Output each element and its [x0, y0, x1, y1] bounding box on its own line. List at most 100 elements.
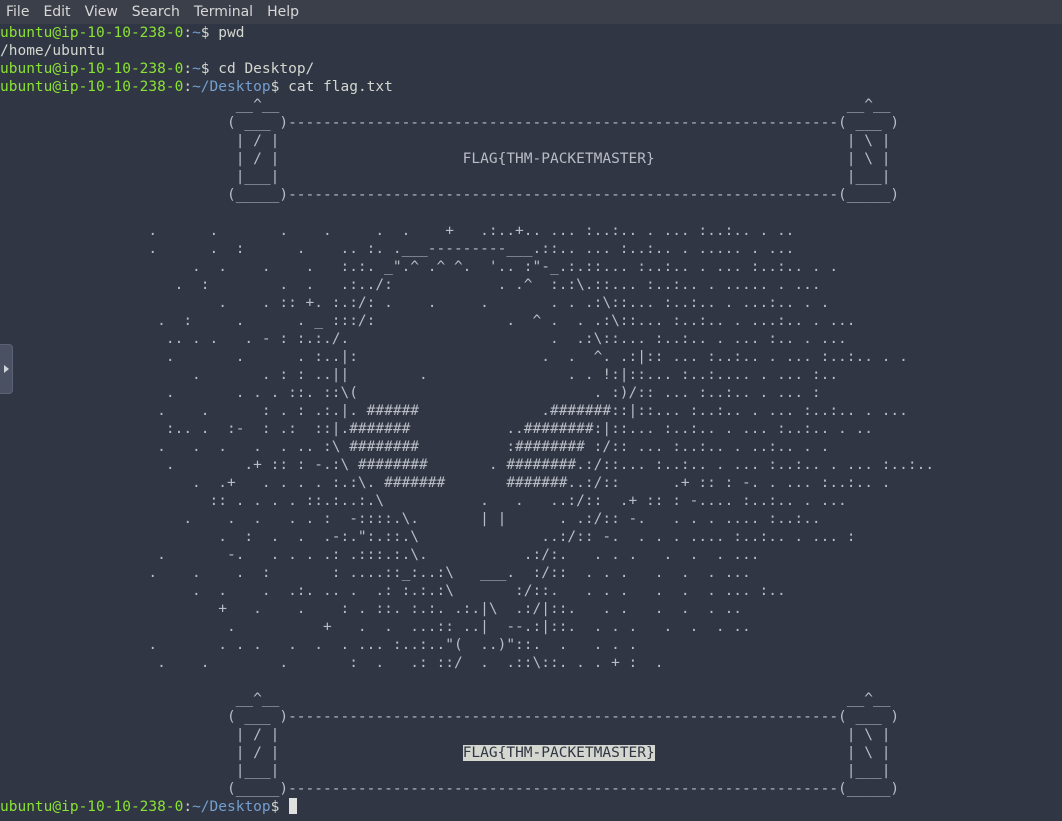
ascii-art-text: . . . :..|: . . ^. .:|:: ... :..:.. . ..… — [0, 349, 908, 365]
prompt-path: ~ — [192, 61, 201, 77]
ascii-art-line: . . . . . .. :\ ######## :######## :/:: … — [0, 438, 1062, 456]
terminal-output[interactable]: ubuntu@ip-10-10-238-0:~$ pwd/home/ubuntu… — [0, 24, 1062, 821]
ascii-art-line: | / | FLAG{THM-PACKETMASTER} | \ | — [0, 150, 1062, 168]
ascii-art-text: . .+ . . . . :.:\. ####### #######..:/::… — [0, 475, 891, 491]
ascii-art-line — [0, 672, 1062, 690]
ascii-art-text: . . . . :.:. _".^ .^ ^. '.. :"-_.:.::...… — [0, 259, 839, 275]
command-text — [279, 799, 288, 815]
prompt-user: ubuntu@ip-10-10-238-0 — [0, 799, 184, 815]
ascii-art-line: ( ___ )---------------------------------… — [0, 708, 1062, 726]
ascii-art-line: . : . . .:../: . .^ :.:\.::... :..:.. . … — [0, 276, 1062, 294]
ascii-art-line: . .+ . . . . :.:\. ####### #######..:/::… — [0, 474, 1062, 492]
ascii-art-text: | / | | \ | — [0, 133, 891, 149]
prompt-user: ubuntu@ip-10-10-238-0 — [0, 25, 184, 41]
command-text: cat flag.txt — [279, 79, 393, 95]
ascii-art-line: . . . .:. .. . .: :.:.:\ :/::. . . . . .… — [0, 582, 1062, 600]
ascii-art-line: . . . : . .: ::/ . .::\::. . . + : . — [0, 654, 1062, 672]
ascii-art-text: :.. . :- : .: ::|.####### ..########:|::… — [0, 421, 873, 437]
ascii-art-text: | / | FLAG{THM-PACKETMASTER} | \ | — [0, 151, 891, 167]
ascii-art-text: (_____)---------------------------------… — [0, 781, 900, 797]
ascii-art-text: |___| |___| — [0, 169, 891, 185]
ascii-art-text: . : . . .-:.":.::.\ ..:/:: -. . . . ....… — [0, 529, 856, 545]
ascii-art-text: (_____)---------------------------------… — [0, 187, 900, 203]
ascii-art-line: ( ___ )---------------------------------… — [0, 114, 1062, 132]
ascii-art-line: . . . : : ....::_:..:\ ___. :/:: . . . .… — [0, 564, 1062, 582]
ascii-art-text: __^__ __^__ — [0, 97, 891, 113]
ascii-art-line: . .+ :: : -.:\ ######## . ########.:/::.… — [0, 456, 1062, 474]
ascii-art-line: .. . . . - : :.:./. . .:\::... :..:.. . … — [0, 330, 1062, 348]
ascii-art-line: :: . . . . ::.:..:.\ . . ..:/:: .+ :: : … — [0, 492, 1062, 510]
side-panel-toggle[interactable] — [0, 344, 13, 394]
ascii-art-text: . . . . . : -::::.\. | | . .:/:: -. . . … — [0, 511, 821, 527]
ascii-art-line: . . : : ..|| . . . !:|::... :..:.... . .… — [0, 366, 1062, 384]
ascii-art-text: .. . . . - : :.:./. . .:\::... :..:.. . … — [0, 331, 847, 347]
ascii-art-line: | / | | \ | — [0, 132, 1062, 150]
ascii-art-text: . : . . _ :::/: . ^ . . .:\::... :..:.. … — [0, 313, 856, 329]
ascii-art-segment: | / | — [0, 745, 463, 761]
output-text: /home/ubuntu — [0, 43, 105, 59]
prompt-sigil: $ — [200, 25, 210, 41]
ascii-art-text: |___| |___| — [0, 763, 891, 779]
prompt-line: ubuntu@ip-10-10-238-0:~/Desktop$ cat fla… — [0, 78, 1062, 96]
ascii-art-text: __^__ __^__ — [0, 691, 891, 707]
ascii-art-line: . . . . ::. ::\( . :)/:: ... :..:.. . ..… — [0, 384, 1062, 402]
menu-help[interactable]: Help — [261, 0, 307, 24]
ascii-art-text: | / | | \ | — [0, 727, 891, 743]
prompt-line: ubuntu@ip-10-10-238-0:~/Desktop$ — [0, 798, 1062, 816]
ascii-art-text: . . : . .. :. .___---------___.::.. ... … — [0, 241, 795, 257]
ascii-art-line: . . . . :.:. _".^ .^ ^. '.. :"-_.:.::...… — [0, 258, 1062, 276]
ascii-art-line: . . :: +. :.:/: . . . . . .:\::... :..:.… — [0, 294, 1062, 312]
ascii-art-line: |___| |___| — [0, 762, 1062, 780]
ascii-art-line: | / | FLAG{THM-PACKETMASTER} | \ | — [0, 744, 1062, 762]
ascii-art-text: . -. . . . .: .:::.:.\. .:/:. . . . . . … — [0, 547, 760, 563]
ascii-art-line: . . . . . : -::::.\. | | . .:/:: -. . . … — [0, 510, 1062, 528]
prompt-separator: : — [183, 61, 193, 77]
ascii-art-text: . . . .:. .. . .: :.:.:\ :/::. . . . . .… — [0, 583, 786, 599]
command-text: pwd — [209, 25, 245, 41]
prompt-path: ~ — [192, 25, 201, 41]
ascii-art-line: . . . :..|: . . ^. .:|:: ... :..:.. . ..… — [0, 348, 1062, 366]
ascii-art-line: . : . . _ :::/: . ^ . . .:\::... :..:.. … — [0, 312, 1062, 330]
ascii-art-text: ( ___ )---------------------------------… — [0, 709, 900, 725]
prompt-separator: : — [183, 25, 193, 41]
ascii-art-line: __^__ __^__ — [0, 96, 1062, 114]
prompt-path: ~/Desktop — [192, 79, 271, 95]
ascii-art-text: . . . : . .: ::/ . .::\::. . . + : . — [0, 655, 664, 671]
ascii-art-text: . . : : ..|| . . . !:|::... :..:.... . .… — [0, 367, 839, 383]
ascii-art-line: |___| |___| — [0, 168, 1062, 186]
ascii-art-text: ( ___ )---------------------------------… — [0, 115, 900, 131]
ascii-art-text: . . . . . .. :\ ######## :######## :/:: … — [0, 439, 830, 455]
ascii-art-text: . . :: +. :.:/: . . . . . .:\::... :..:.… — [0, 295, 830, 311]
ascii-art-text: . . : . : .:.|. ###### .#######::|::... … — [0, 403, 908, 419]
menu-search[interactable]: Search — [126, 0, 188, 24]
menu-edit[interactable]: Edit — [37, 0, 78, 24]
prompt-separator: : — [183, 79, 193, 95]
terminal-cursor — [289, 798, 298, 814]
ascii-art-line: . -. . . . .: .:::.:.\. .:/:. . . . . . … — [0, 546, 1062, 564]
prompt-sigil: $ — [200, 61, 210, 77]
ascii-art-line: . + . . ...:: ..| --.:|::. . . . . . . .… — [0, 618, 1062, 636]
prompt-line: ubuntu@ip-10-10-238-0:~$ pwd — [0, 24, 1062, 42]
menu-view[interactable]: View — [79, 0, 126, 24]
ascii-art-text: . . . . ::. ::\( . :)/:: ... :..:.. . ..… — [0, 385, 821, 401]
selected-flag-text: FLAG{THM-PACKETMASTER} — [462, 745, 655, 761]
ascii-art-line: . . . . . . . ... :..:.."( ..)"::. . . .… — [0, 636, 1062, 654]
ascii-art-line: :.. . :- : .: ::|.####### ..########:|::… — [0, 420, 1062, 438]
output-line: /home/ubuntu — [0, 42, 1062, 60]
ascii-art-line: . . : . : .:.|. ###### .#######::|::... … — [0, 402, 1062, 420]
ascii-art-segment: | \ | — [654, 745, 891, 761]
ascii-art-text: . : . . .:../: . .^ :.:\.::... :..:.. . … — [0, 277, 821, 293]
prompt-user: ubuntu@ip-10-10-238-0 — [0, 61, 184, 77]
ascii-art-line — [0, 204, 1062, 222]
ascii-art-line: . . : . .. :. .___---------___.::.. ... … — [0, 240, 1062, 258]
ascii-art-line: | / | | \ | — [0, 726, 1062, 744]
menu-terminal[interactable]: Terminal — [188, 0, 261, 24]
ascii-art-text: + . . : . ::. :.:. .:.|\ .:/|::. . . . .… — [0, 601, 743, 617]
menu-bar: File Edit View Search Terminal Help — [0, 0, 1062, 24]
prompt-path: ~/Desktop — [192, 799, 271, 815]
prompt-separator: : — [183, 799, 193, 815]
ascii-art-line: (_____)---------------------------------… — [0, 186, 1062, 204]
ascii-art-text: . . . . . . + .:..+.. ... :..:.. . ... :… — [0, 223, 795, 239]
menu-file[interactable]: File — [0, 0, 37, 24]
ascii-art-text: . + . . ...:: ..| --.:|::. . . . . . . .… — [0, 619, 751, 635]
